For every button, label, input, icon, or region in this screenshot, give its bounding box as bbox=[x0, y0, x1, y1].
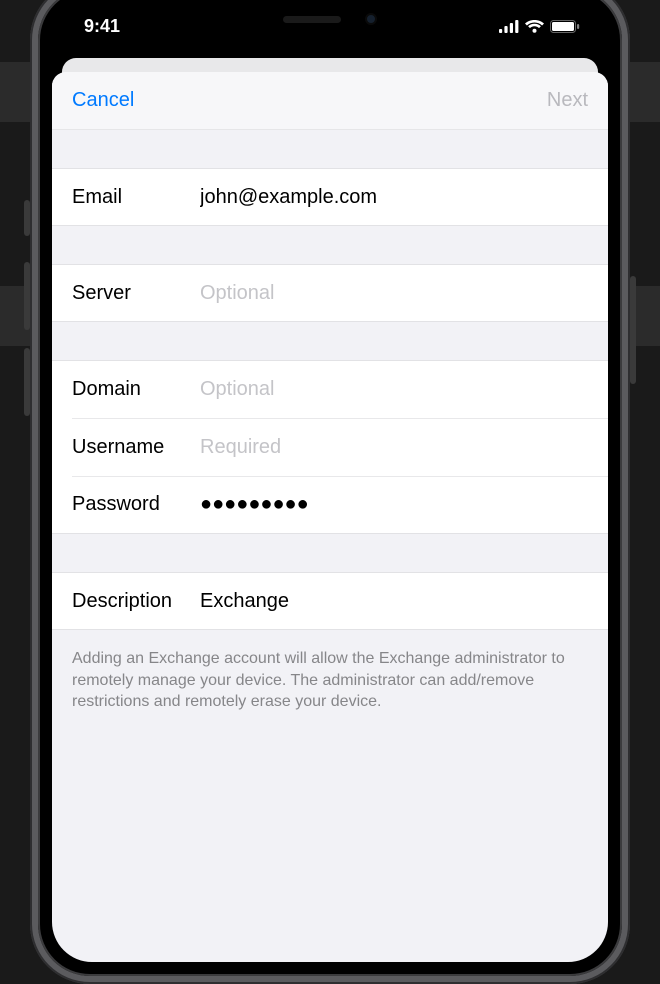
description-label: Description bbox=[72, 590, 200, 613]
front-camera bbox=[365, 13, 377, 25]
screen: 9:41 Cancel bbox=[52, 2, 608, 962]
description-row[interactable]: Description bbox=[52, 572, 608, 630]
password-field[interactable]: ●●●●●●●●● bbox=[200, 493, 309, 516]
email-row[interactable]: Email bbox=[52, 168, 608, 226]
email-field[interactable] bbox=[200, 186, 588, 209]
server-label: Server bbox=[72, 282, 200, 305]
cellular-signal-icon bbox=[499, 20, 519, 33]
status-time: 9:41 bbox=[84, 16, 120, 37]
phone-side-button bbox=[630, 276, 636, 384]
wifi-icon bbox=[525, 20, 544, 33]
username-field[interactable] bbox=[200, 436, 588, 459]
speaker-grille bbox=[283, 16, 341, 23]
battery-icon bbox=[550, 20, 580, 33]
next-button[interactable]: Next bbox=[547, 89, 588, 112]
footer-note: Adding an Exchange account will allow th… bbox=[52, 630, 608, 737]
username-row[interactable]: Username bbox=[52, 418, 608, 476]
server-field[interactable] bbox=[200, 282, 588, 305]
description-field[interactable] bbox=[200, 590, 588, 613]
password-row[interactable]: Password ●●●●●●●●● bbox=[52, 476, 608, 534]
domain-label: Domain bbox=[72, 378, 200, 401]
server-row[interactable]: Server bbox=[52, 264, 608, 322]
password-label: Password bbox=[72, 493, 200, 516]
cancel-button[interactable]: Cancel bbox=[72, 89, 134, 112]
domain-row[interactable]: Domain bbox=[52, 360, 608, 418]
phone-frame: 9:41 Cancel bbox=[30, 0, 630, 984]
email-label: Email bbox=[72, 186, 200, 209]
notch bbox=[215, 2, 445, 36]
domain-field[interactable] bbox=[200, 378, 588, 401]
nav-bar: Cancel Next bbox=[52, 72, 608, 130]
username-label: Username bbox=[72, 436, 200, 459]
modal-sheet: Cancel Next Email Server bbox=[52, 72, 608, 962]
